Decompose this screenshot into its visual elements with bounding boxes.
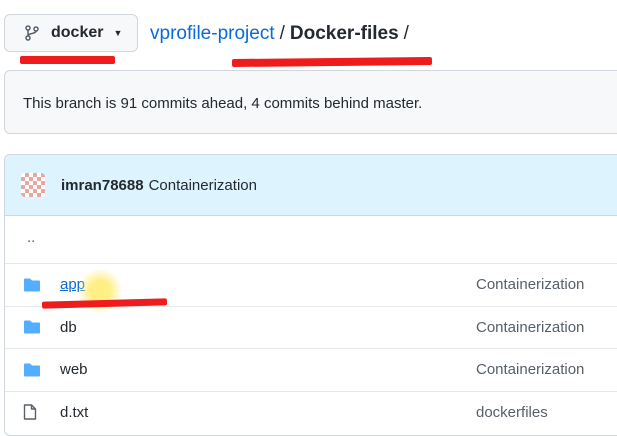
parent-directory-link[interactable]: .. xyxy=(27,229,35,246)
branch-status-text: This branch is 91 commits ahead, 4 commi… xyxy=(23,95,423,112)
file-icon xyxy=(23,404,37,421)
avatar[interactable] xyxy=(21,173,45,197)
file-commit-message[interactable]: Containerization xyxy=(476,319,584,336)
branch-label: docker xyxy=(51,24,104,41)
folder-icon xyxy=(23,277,41,292)
breadcrumb-separator: / xyxy=(279,23,285,44)
commit-message[interactable]: Containerization xyxy=(149,177,257,194)
file-row-web[interactable]: web Containerization xyxy=(5,348,617,391)
file-name-link[interactable]: db xyxy=(60,319,77,336)
latest-commit-bar: imran78688 Containerization xyxy=(5,155,617,216)
file-commit-message[interactable]: Containerization xyxy=(476,276,584,293)
breadcrumb-repo-link[interactable]: vprofile-project xyxy=(150,23,275,44)
file-commit-message[interactable]: Containerization xyxy=(476,361,584,378)
commit-author[interactable]: imran78688 xyxy=(61,177,144,194)
branch-status-banner: This branch is 91 commits ahead, 4 commi… xyxy=(4,70,617,134)
file-name-link[interactable]: web xyxy=(60,361,88,378)
chevron-down-icon: ▼ xyxy=(113,28,123,38)
git-branch-icon xyxy=(25,25,39,41)
file-row-d-txt[interactable]: d.txt dockerfiles xyxy=(5,390,617,434)
page: docker ▼ vprofile-project / Docker-files / … xyxy=(0,0,617,436)
folder-icon xyxy=(23,362,41,377)
breadcrumb-trailing-separator: / xyxy=(403,23,409,44)
breadcrumb-current-dir: Docker-files xyxy=(289,23,399,44)
annotation-underline-path xyxy=(231,56,433,68)
file-commit-message[interactable]: dockerfiles xyxy=(476,404,548,421)
branch-selector-button[interactable]: docker ▼ xyxy=(4,14,138,52)
annotation-underline-branch xyxy=(20,56,115,64)
folder-icon xyxy=(23,320,41,335)
breadcrumb: vprofile-project / Docker-files / xyxy=(150,23,414,45)
file-name-link[interactable]: d.txt xyxy=(60,404,88,421)
parent-directory-row[interactable]: .. xyxy=(5,216,617,263)
